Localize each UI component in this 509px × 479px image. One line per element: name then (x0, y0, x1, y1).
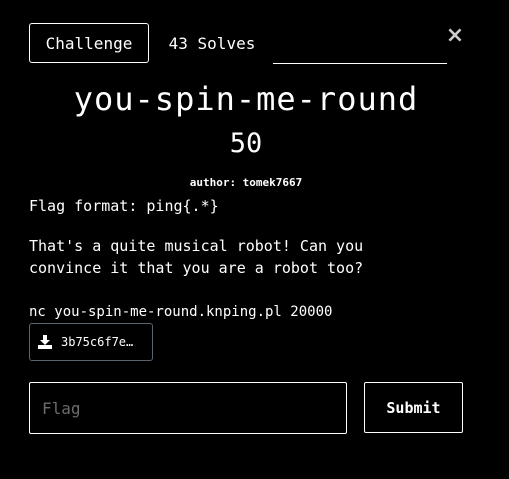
flag-format-text: Flag format: ping{.*} (29, 197, 219, 215)
challenge-title: you-spin-me-round (73, 80, 419, 118)
close-icon[interactable]: × (444, 23, 466, 48)
challenge-description: That's a quite musical robot! Can you co… (29, 237, 364, 277)
challenge-author: author: tomek7667 (189, 176, 303, 189)
file-name-label: 3b75c6f7e… (61, 335, 134, 349)
flag-input[interactable] (29, 382, 347, 434)
tab-underline (273, 63, 447, 64)
submit-button[interactable]: Submit (364, 382, 463, 433)
download-icon (38, 335, 52, 349)
tab-solves[interactable]: 43 Solves (160, 23, 264, 63)
challenge-points: 50 (229, 128, 263, 159)
download-file-button[interactable]: 3b75c6f7e… (29, 323, 153, 361)
connection-command: nc you-spin-me-round.knping.pl 20000 (29, 304, 333, 320)
tab-challenge[interactable]: Challenge (29, 23, 149, 63)
